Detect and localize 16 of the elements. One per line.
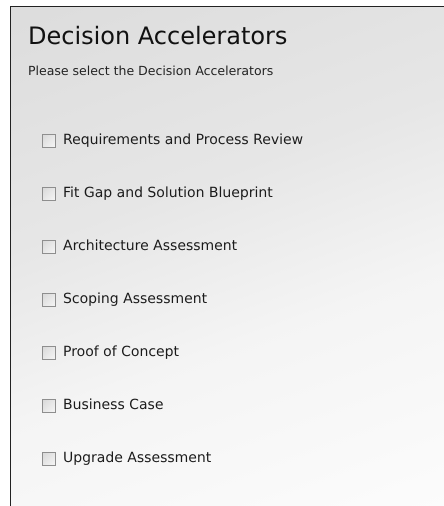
checkbox[interactable] (42, 186, 56, 200)
checkbox-label[interactable]: Proof of Concept (63, 342, 179, 363)
checkbox[interactable] (42, 292, 56, 306)
checkbox-label[interactable]: Upgrade Assessment (63, 448, 212, 469)
instruction-text: Please select the Decision Accelerators (28, 63, 274, 79)
checkbox[interactable] (42, 452, 56, 466)
checkbox-label[interactable]: Scoping Assessment (63, 289, 208, 310)
checkbox-label[interactable]: Fit Gap and Solution Blueprint (63, 183, 273, 204)
dialog-title: Decision Accelerators (28, 21, 288, 51)
checkbox[interactable] (42, 398, 56, 412)
checkbox-label[interactable]: Architecture Assessment (63, 236, 238, 257)
checkbox[interactable] (42, 346, 56, 360)
checkbox[interactable] (42, 134, 56, 148)
checkbox-label[interactable]: Requirements and Process Review (63, 130, 304, 151)
checkbox-label[interactable]: Business Case (63, 395, 164, 416)
checkbox[interactable] (42, 240, 56, 254)
